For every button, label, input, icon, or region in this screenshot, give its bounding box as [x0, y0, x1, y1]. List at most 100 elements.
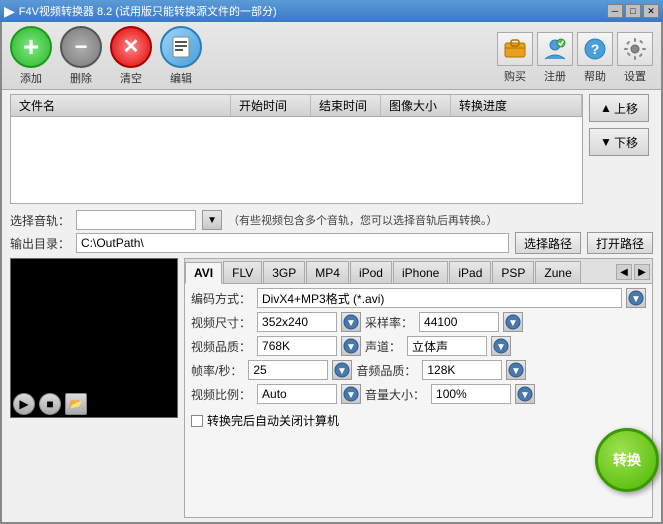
- register-icon: [537, 32, 573, 66]
- aspect-ratio-spin[interactable]: ▼: [341, 384, 361, 404]
- edit-icon: [160, 26, 202, 68]
- aspect-ratio-value: Auto: [257, 384, 337, 404]
- open-path-button[interactable]: 打开路径: [587, 232, 653, 254]
- tab-mp4[interactable]: MP4: [306, 261, 349, 283]
- add-button[interactable]: + 添加: [10, 26, 52, 86]
- settings-button[interactable]: 设置: [617, 32, 653, 84]
- tab-iphone[interactable]: iPhone: [393, 261, 448, 283]
- convert-button[interactable]: 转换: [595, 428, 659, 492]
- audio-quality-spin[interactable]: ▼: [506, 360, 526, 380]
- framerate-label: 帧率/秒：: [191, 362, 244, 379]
- file-list-header: 文件名 开始时间 结束时间 图像大小 转换进度: [11, 95, 582, 117]
- video-size-value: 352x240: [257, 312, 337, 332]
- audio-quality-label: 音频品质：: [356, 362, 418, 379]
- delete-icon: −: [60, 26, 102, 68]
- encode-value: DivX4+MP3格式 (*.avi): [257, 288, 622, 308]
- tab-psp[interactable]: PSP: [492, 261, 534, 283]
- encode-label: 编码方式：: [191, 290, 253, 307]
- clear-button[interactable]: ✕ 清空: [110, 26, 152, 86]
- buy-button[interactable]: 购买: [497, 32, 533, 84]
- video-size-spin[interactable]: ▼: [341, 312, 361, 332]
- sample-rate-spin[interactable]: ▼: [503, 312, 523, 332]
- tab-ipad[interactable]: iPad: [449, 261, 491, 283]
- col-endtime: 结束时间: [311, 95, 381, 116]
- svg-text:▼: ▼: [631, 294, 641, 305]
- tab-next-button[interactable]: ▶: [634, 264, 650, 280]
- delete-button[interactable]: − 删除: [60, 26, 102, 86]
- framerate-spin[interactable]: ▼: [332, 360, 352, 380]
- sample-rate-label: 采样率：: [365, 314, 415, 331]
- tab-zune[interactable]: Zune: [535, 261, 580, 283]
- volume-spin[interactable]: ▼: [515, 384, 535, 404]
- audio-channel-label: 声道：: [365, 338, 403, 355]
- aspect-ratio-label: 视频比例：: [191, 386, 253, 403]
- stop-button[interactable]: ■: [39, 393, 61, 415]
- preview-controls: ▶ ■ 📂: [13, 393, 87, 415]
- clear-icon: ✕: [110, 26, 152, 68]
- audio-track-row: 选择音轨： ▼ （有些视频包含多个音轨，您可以选择音轨后再转换。）: [2, 210, 661, 230]
- tab-flv[interactable]: FLV: [223, 261, 262, 283]
- svg-text:▼: ▼: [346, 318, 356, 329]
- audio-channel-value: 立体声: [407, 336, 487, 356]
- col-starttime: 开始时间: [231, 95, 311, 116]
- file-list: 文件名 开始时间 结束时间 图像大小 转换进度: [10, 94, 583, 204]
- audio-track-label: 选择音轨：: [10, 212, 70, 229]
- auto-shutdown-checkbox[interactable]: [191, 415, 203, 427]
- select-path-button[interactable]: 选择路径: [515, 232, 581, 254]
- down-arrow-icon: ▼: [600, 135, 612, 149]
- svg-text:▼: ▼: [520, 390, 530, 401]
- app-icon: ▶: [4, 3, 15, 20]
- tab-prev-button[interactable]: ◀: [616, 264, 632, 280]
- auto-shutdown-label: 转换完后自动关闭计算机: [207, 412, 339, 429]
- auto-shutdown-row: 转换完后自动关闭计算机: [185, 408, 652, 433]
- settings-panel: AVI FLV 3GP MP4 iPod iPhone iPad PSP Zun…: [184, 258, 653, 518]
- tabs-row: AVI FLV 3GP MP4 iPod iPhone iPad PSP Zun…: [185, 259, 652, 284]
- tab-3gp[interactable]: 3GP: [263, 261, 305, 283]
- video-quality-label: 视频品质：: [191, 338, 253, 355]
- move-up-button[interactable]: ▲ ▲ 上移 上移: [589, 94, 649, 122]
- tab-ipod[interactable]: iPod: [350, 261, 392, 283]
- play-button[interactable]: ▶: [13, 393, 35, 415]
- video-quality-spin[interactable]: ▼: [341, 336, 361, 356]
- register-button[interactable]: 注册: [537, 32, 573, 84]
- help-button[interactable]: ? 帮助: [577, 32, 613, 84]
- col-imagesize: 图像大小: [381, 95, 451, 116]
- audio-track-hint: （有些视频包含多个音轨，您可以选择音轨后再转换。）: [228, 212, 498, 228]
- svg-text:▼: ▼: [511, 366, 521, 377]
- audio-channel-spin[interactable]: ▼: [491, 336, 511, 356]
- svg-text:▼: ▼: [496, 342, 506, 353]
- maximize-button[interactable]: □: [625, 4, 641, 18]
- settings-icon: [617, 32, 653, 66]
- video-size-label: 视频尺寸：: [191, 314, 253, 331]
- audio-quality-value: 128K: [422, 360, 502, 380]
- up-arrow-icon: ▲: [600, 101, 612, 115]
- minimize-button[interactable]: ─: [607, 4, 623, 18]
- audio-track-dropdown[interactable]: ▼: [202, 210, 222, 230]
- move-down-button[interactable]: ▼ 下移: [589, 128, 649, 156]
- tab-avi[interactable]: AVI: [185, 262, 222, 284]
- close-button[interactable]: ✕: [643, 4, 659, 18]
- col-progress: 转换进度: [451, 95, 582, 116]
- preview-box: ▶ ■ 📂: [10, 258, 178, 418]
- volume-value: 100%: [431, 384, 511, 404]
- add-icon: +: [10, 26, 52, 68]
- help-icon: ?: [577, 32, 613, 66]
- sample-rate-value: 44100: [419, 312, 499, 332]
- title-bar: ▶ F4V视频转换器 8.2 (试用版只能转换源文件的一部分) ─ □ ✕: [0, 0, 663, 22]
- open-file-button[interactable]: 📂: [65, 393, 87, 415]
- output-path-display: C:\OutPath\: [76, 233, 509, 253]
- volume-label: 音量大小：: [365, 386, 427, 403]
- buy-icon: [497, 32, 533, 66]
- audio-track-select[interactable]: [76, 210, 196, 230]
- output-dir-row: 输出目录： C:\OutPath\ 选择路径 打开路径: [2, 230, 661, 256]
- output-dir-label: 输出目录：: [10, 235, 70, 252]
- svg-text:▼: ▼: [508, 318, 518, 329]
- toolbar: + 添加 − 删除 ✕ 清空: [2, 22, 661, 90]
- title-text: F4V视频转换器 8.2 (试用版只能转换源文件的一部分): [19, 3, 607, 19]
- svg-text:?: ?: [591, 41, 600, 57]
- svg-text:▼: ▼: [346, 390, 356, 401]
- encode-dropdown[interactable]: ▼: [626, 288, 646, 308]
- framerate-value: 25: [248, 360, 328, 380]
- svg-text:▼: ▼: [337, 366, 347, 377]
- edit-button[interactable]: 编辑: [160, 26, 202, 86]
